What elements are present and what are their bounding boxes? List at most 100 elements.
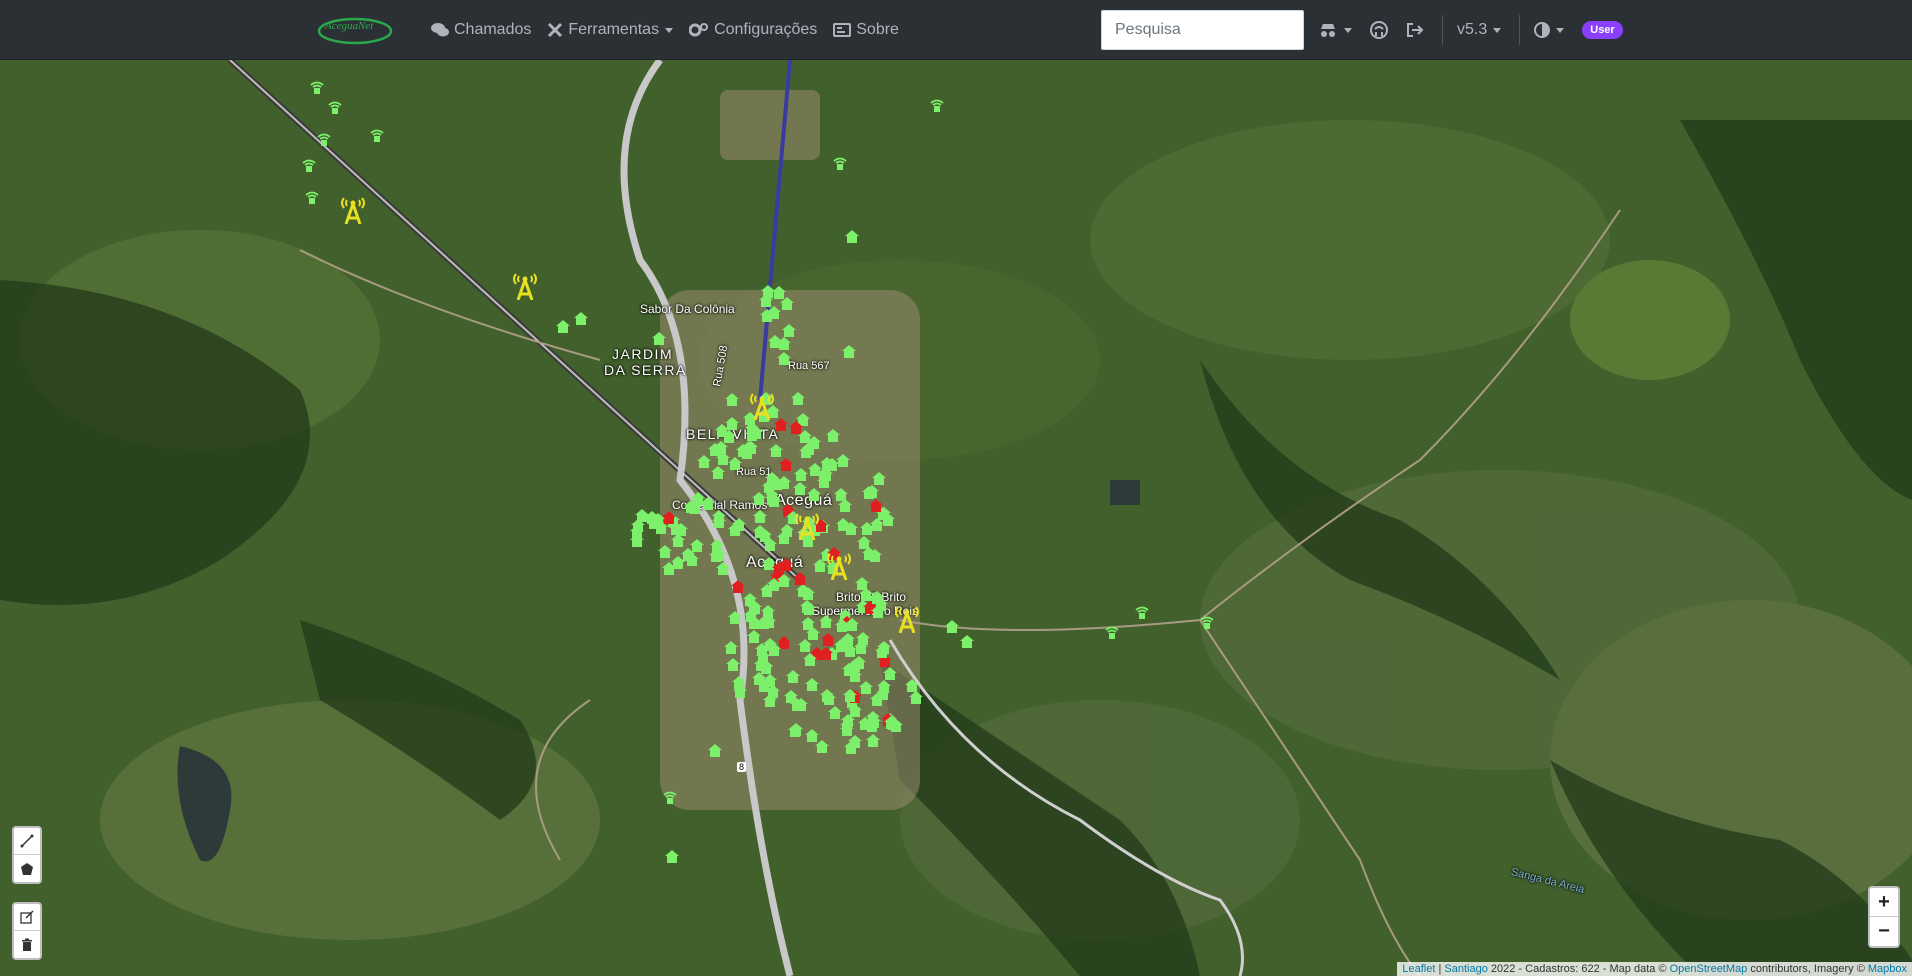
client-marker[interactable]: [960, 635, 974, 653]
client-marker[interactable]: [836, 454, 850, 472]
client-marker[interactable]: [733, 685, 747, 703]
client-marker[interactable]: [647, 513, 661, 531]
client-marker[interactable]: [681, 548, 695, 566]
account-dropdown[interactable]: [1318, 22, 1352, 38]
client-marker[interactable]: [805, 729, 819, 747]
client-marker[interactable]: [728, 523, 742, 541]
tower-marker[interactable]: [790, 510, 824, 545]
client-marker[interactable]: [725, 417, 739, 435]
client-marker[interactable]: [870, 591, 884, 609]
offline-client-marker[interactable]: [779, 558, 793, 576]
client-marker[interactable]: [662, 562, 676, 580]
client-marker[interactable]: [807, 488, 821, 506]
client-marker[interactable]: [556, 320, 570, 338]
client-marker[interactable]: [838, 499, 852, 517]
client-marker[interactable]: [788, 724, 802, 742]
client-marker[interactable]: [752, 492, 766, 510]
client-marker[interactable]: [889, 719, 903, 737]
client-marker[interactable]: [817, 470, 831, 488]
client-marker[interactable]: [777, 531, 791, 549]
nav-ferramentas[interactable]: Ferramentas: [547, 21, 674, 39]
client-marker[interactable]: [819, 615, 833, 633]
client-marker[interactable]: [855, 577, 869, 595]
client-marker[interactable]: [691, 492, 705, 510]
client-marker[interactable]: [630, 534, 644, 552]
client-marker[interactable]: [845, 230, 859, 248]
client-marker[interactable]: [574, 312, 588, 330]
zoom-in-button[interactable]: +: [1870, 888, 1898, 917]
client-marker[interactable]: [905, 679, 919, 697]
wifi-client-marker[interactable]: [1135, 605, 1149, 624]
client-marker[interactable]: [822, 692, 836, 710]
wifi-client-marker[interactable]: [305, 190, 319, 209]
logout-button[interactable]: [1406, 22, 1424, 38]
tower-marker[interactable]: [890, 603, 924, 638]
draw-polygon-button[interactable]: [14, 855, 40, 882]
wifi-client-marker[interactable]: [833, 156, 847, 175]
client-marker[interactable]: [767, 643, 781, 661]
client-marker[interactable]: [766, 685, 780, 703]
wifi-client-marker[interactable]: [930, 98, 944, 117]
client-marker[interactable]: [805, 678, 819, 696]
github-link[interactable]: [1370, 21, 1388, 39]
client-marker[interactable]: [872, 472, 886, 490]
client-marker[interactable]: [772, 286, 786, 304]
client-marker[interactable]: [747, 616, 761, 634]
wifi-client-marker[interactable]: [328, 100, 342, 119]
wifi-client-marker[interactable]: [310, 80, 324, 99]
brand-logo[interactable]: AceguaNet: [317, 15, 399, 45]
client-marker[interactable]: [870, 518, 884, 536]
offline-client-marker[interactable]: [789, 421, 803, 439]
offline-client-marker[interactable]: [793, 572, 807, 590]
client-marker[interactable]: [786, 670, 800, 688]
client-marker[interactable]: [767, 494, 781, 512]
delete-layers-button[interactable]: [14, 931, 40, 958]
client-marker[interactable]: [841, 633, 855, 651]
client-marker[interactable]: [658, 545, 672, 563]
wifi-client-marker[interactable]: [302, 158, 316, 177]
client-marker[interactable]: [767, 306, 781, 324]
nav-sobre[interactable]: Sobre: [833, 21, 899, 39]
client-marker[interactable]: [725, 393, 739, 411]
client-marker[interactable]: [826, 429, 840, 447]
client-marker[interactable]: [945, 620, 959, 638]
client-marker[interactable]: [724, 641, 738, 659]
client-marker[interactable]: [862, 547, 876, 565]
wifi-client-marker[interactable]: [317, 132, 331, 151]
client-marker[interactable]: [876, 687, 890, 705]
client-marker[interactable]: [709, 549, 723, 567]
client-marker[interactable]: [848, 669, 862, 687]
client-marker[interactable]: [790, 698, 804, 716]
client-marker[interactable]: [844, 522, 858, 540]
mapbox-link[interactable]: Mapbox: [1868, 963, 1907, 975]
tower-marker[interactable]: [336, 194, 370, 229]
client-marker[interactable]: [803, 653, 817, 671]
osm-link[interactable]: OpenStreetMap: [1670, 963, 1748, 975]
client-marker[interactable]: [665, 850, 679, 868]
client-marker[interactable]: [802, 442, 816, 460]
client-marker[interactable]: [712, 515, 726, 533]
client-marker[interactable]: [652, 332, 666, 350]
nav-configuracoes[interactable]: Configurações: [689, 21, 817, 39]
wifi-client-marker[interactable]: [663, 790, 677, 809]
tower-marker[interactable]: [822, 550, 856, 585]
wifi-client-marker[interactable]: [1105, 625, 1119, 644]
client-marker[interactable]: [765, 472, 779, 490]
client-marker[interactable]: [842, 345, 856, 363]
client-marker[interactable]: [708, 744, 722, 762]
client-marker[interactable]: [791, 392, 805, 410]
client-marker[interactable]: [763, 538, 777, 556]
edit-layers-button[interactable]: [14, 904, 40, 931]
client-marker[interactable]: [726, 658, 740, 676]
search-input[interactable]: [1101, 10, 1304, 50]
client-marker[interactable]: [669, 522, 683, 540]
leaflet-link[interactable]: Leaflet: [1402, 963, 1435, 975]
tower-marker[interactable]: [745, 390, 779, 425]
tower-marker[interactable]: [508, 270, 542, 305]
version-dropdown[interactable]: v5.3: [1457, 21, 1502, 39]
client-marker[interactable]: [728, 611, 742, 629]
draw-polyline-button[interactable]: [14, 828, 40, 855]
nav-chamados[interactable]: Chamados: [431, 21, 531, 39]
offline-client-marker[interactable]: [779, 458, 793, 476]
wifi-client-marker[interactable]: [1200, 615, 1214, 634]
